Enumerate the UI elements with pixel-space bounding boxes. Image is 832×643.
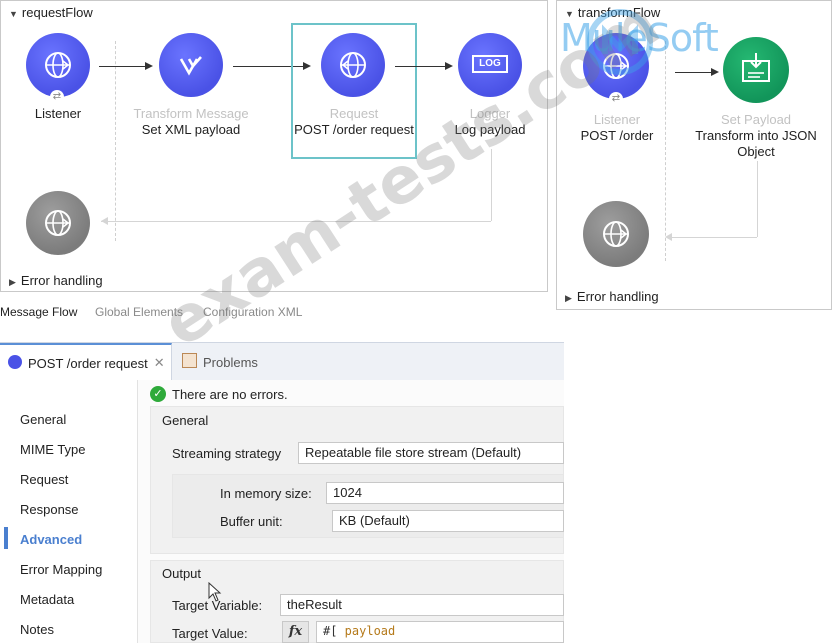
request-component-icon: [8, 355, 22, 369]
streaming-strategy-select[interactable]: Repeatable file store stream (Default): [298, 442, 564, 464]
http-request-label: Request POST /order request: [294, 106, 414, 137]
listener-label: Listener POST /order: [580, 112, 654, 143]
listener-node[interactable]: [26, 33, 90, 97]
globe-icon: [45, 52, 71, 78]
listener-label: Listener: [34, 106, 82, 121]
request-flow-canvas[interactable]: ▼ requestFlow ⇄ Listener Transform Messag…: [0, 0, 548, 292]
nav-response[interactable]: Response: [20, 502, 79, 517]
fx-toggle-button[interactable]: fx: [282, 621, 309, 643]
tab-problems[interactable]: Problems: [174, 343, 294, 381]
globe-icon: [45, 210, 71, 236]
check-icon: ✓: [150, 386, 166, 402]
nav-metadata[interactable]: Metadata: [20, 592, 74, 607]
error-handling-toggle[interactable]: ▶ Error handling: [9, 273, 103, 288]
globe-icon: [340, 52, 366, 78]
tab-configuration-xml[interactable]: Configuration XML: [203, 305, 302, 319]
request-flow-title[interactable]: ▼ requestFlow: [9, 5, 93, 20]
source-divider: [115, 41, 116, 241]
problems-icon: [182, 353, 197, 368]
tab-post-order-request[interactable]: POST /order request ✕: [0, 343, 172, 381]
return-arrow-icon: [101, 217, 108, 225]
return-line: [757, 161, 758, 237]
in-memory-size-label: In memory size:: [220, 486, 312, 501]
target-value-expression-input[interactable]: #[ payload: [316, 621, 564, 643]
streaming-strategy-label: Streaming strategy: [172, 446, 282, 461]
target-value-label: Target Value:: [172, 626, 248, 641]
transform-message-label: Transform Message Set XML payload: [133, 106, 249, 137]
in-memory-size-input[interactable]: 1024: [326, 482, 564, 504]
return-line: [101, 221, 491, 222]
flow-arrow: [395, 62, 453, 70]
sync-badge-icon: ⇄: [50, 90, 64, 104]
transform-message-node[interactable]: [159, 33, 223, 97]
http-request-node[interactable]: [321, 33, 385, 97]
sync-badge-icon: ⇄: [609, 92, 623, 106]
error-handling-toggle[interactable]: ▶ Error handling: [565, 289, 659, 304]
globe-icon: [603, 221, 629, 247]
set-payload-label: Set Payload Transform into JSON Object: [695, 112, 817, 159]
tab-global-elements[interactable]: Global Elements: [95, 305, 183, 319]
return-line: [667, 237, 757, 238]
buffer-unit-select[interactable]: KB (Default): [332, 510, 564, 532]
nav-active-indicator: [4, 527, 8, 549]
nav-request[interactable]: Request: [20, 472, 68, 487]
transform-icon: [179, 56, 202, 76]
return-line: [491, 149, 492, 221]
logger-label: Logger Log payload: [454, 106, 526, 137]
buffer-unit-label: Buffer unit:: [220, 514, 283, 529]
nav-general[interactable]: General: [20, 412, 66, 427]
nav-advanced[interactable]: Advanced: [20, 532, 82, 547]
tab-message-flow[interactable]: Message Flow: [0, 305, 77, 319]
expand-triangle-icon: ▶: [9, 277, 16, 287]
target-variable-input[interactable]: theResult: [280, 594, 564, 616]
response-node[interactable]: [26, 191, 90, 255]
nav-error-mapping[interactable]: Error Mapping: [20, 562, 102, 577]
expand-triangle-icon: ▶: [565, 293, 572, 303]
status-message: ✓ There are no errors.: [150, 386, 288, 402]
return-arrow-icon: [665, 233, 672, 241]
properties-tab-bar: POST /order request ✕ Problems: [0, 342, 564, 381]
output-section-title: Output: [162, 566, 202, 581]
collapse-triangle-icon[interactable]: ▼: [9, 9, 18, 19]
mouse-cursor-icon: [208, 582, 222, 602]
response-node[interactable]: [583, 201, 649, 267]
nav-notes[interactable]: Notes: [20, 622, 54, 637]
general-section-title: General: [162, 413, 209, 428]
mulesoft-logo-text: MuleSoft: [560, 16, 719, 60]
nav-mime-type[interactable]: MIME Type: [20, 442, 86, 457]
close-icon[interactable]: ✕: [154, 355, 165, 371]
flow-arrow: [99, 62, 153, 70]
